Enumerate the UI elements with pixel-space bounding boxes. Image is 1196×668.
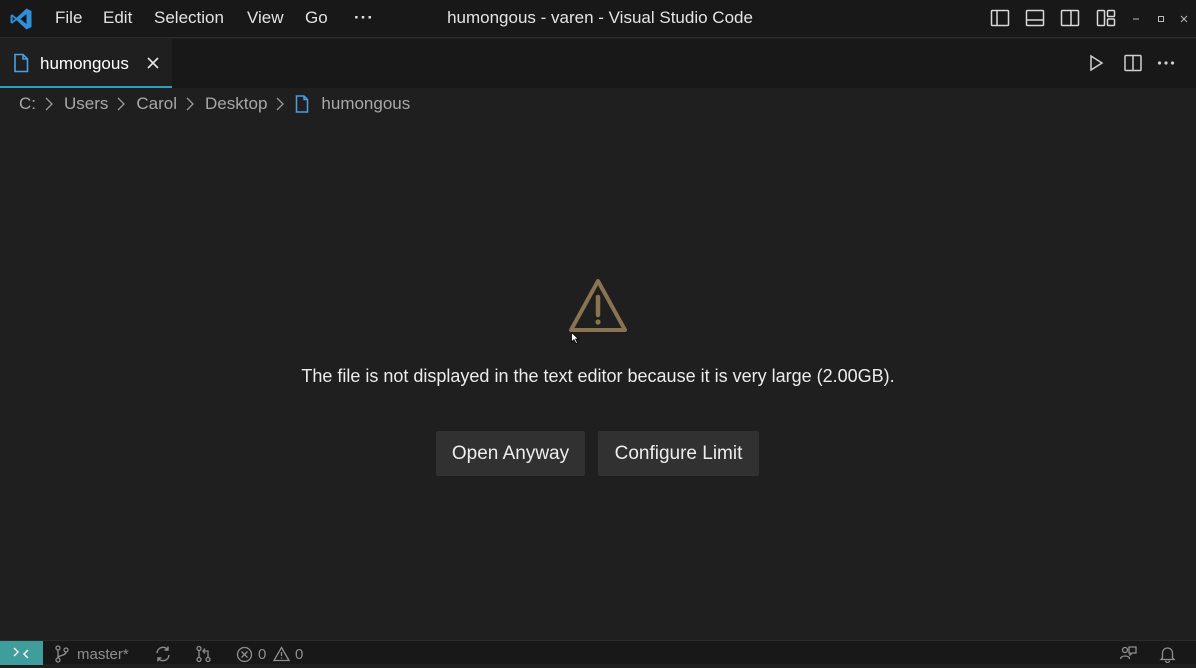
run-icon[interactable] — [1086, 53, 1106, 73]
sync-icon[interactable] — [154, 645, 172, 663]
remote-indicator[interactable] — [0, 641, 43, 665]
remote-icon — [13, 647, 29, 659]
feedback-icon[interactable] — [1119, 645, 1137, 663]
breadcrumb-item-users[interactable]: Users — [64, 94, 108, 114]
chevron-right-icon — [117, 97, 126, 111]
configure-limit-button[interactable]: Configure Limit — [598, 431, 759, 476]
chevron-right-icon — [186, 97, 194, 111]
file-icon — [13, 53, 29, 73]
customize-layout-icon[interactable] — [1096, 8, 1116, 28]
maximize-icon[interactable] — [1155, 13, 1167, 25]
split-editor-icon[interactable] — [1123, 53, 1143, 73]
tab-label: humongous — [40, 54, 129, 73]
window-close-icon[interactable] — [1178, 13, 1190, 25]
vscode-logo-icon — [9, 7, 33, 31]
toggle-secondary-sidebar-icon[interactable] — [1060, 8, 1080, 28]
title-bar: File Edit Selection View Go ··· humongou… — [0, 0, 1196, 38]
breadcrumb-item-drive[interactable]: C: — [19, 94, 36, 114]
chevron-right-icon — [276, 97, 285, 111]
toggle-primary-sidebar-icon[interactable] — [990, 8, 1010, 28]
warning-count-icon[interactable] — [273, 646, 290, 662]
toggle-panel-icon[interactable] — [1025, 8, 1045, 28]
menu-selection[interactable]: Selection — [154, 0, 224, 38]
breadcrumb-item-carol[interactable]: Carol — [136, 94, 177, 114]
minimize-icon[interactable] — [1130, 13, 1142, 25]
chevron-right-icon — [45, 97, 53, 111]
close-icon[interactable] — [146, 56, 160, 70]
mouse-cursor-icon — [571, 332, 579, 344]
large-file-message: The file is not displayed in the text ed… — [301, 366, 895, 386]
file-icon — [296, 95, 309, 113]
open-anyway-button[interactable]: Open Anyway — [436, 431, 585, 476]
error-icon[interactable] — [236, 646, 253, 663]
breadcrumb-item-desktop[interactable]: Desktop — [205, 94, 267, 114]
more-actions-icon[interactable] — [1156, 53, 1176, 73]
menu-edit[interactable]: Edit — [103, 0, 132, 38]
window-title: humongous - varen - Visual Studio Code — [447, 8, 753, 27]
warning-icon — [567, 277, 629, 335]
menu-go[interactable]: Go — [305, 0, 328, 38]
git-pull-request-icon[interactable] — [195, 645, 213, 663]
breadcrumb-item-file[interactable]: humongous — [321, 94, 410, 114]
bell-icon[interactable] — [1159, 645, 1176, 663]
breadcrumb: C: Users Carol Desktop humongous — [19, 90, 410, 118]
tab-humongous[interactable]: humongous — [0, 39, 172, 88]
source-control-icon[interactable] — [54, 645, 70, 663]
tab-bar: humongous — [0, 39, 1196, 88]
menu-view[interactable]: View — [247, 0, 284, 38]
menu-file[interactable]: File — [55, 0, 82, 38]
status-bar: master* 0 0 — [0, 640, 1196, 665]
